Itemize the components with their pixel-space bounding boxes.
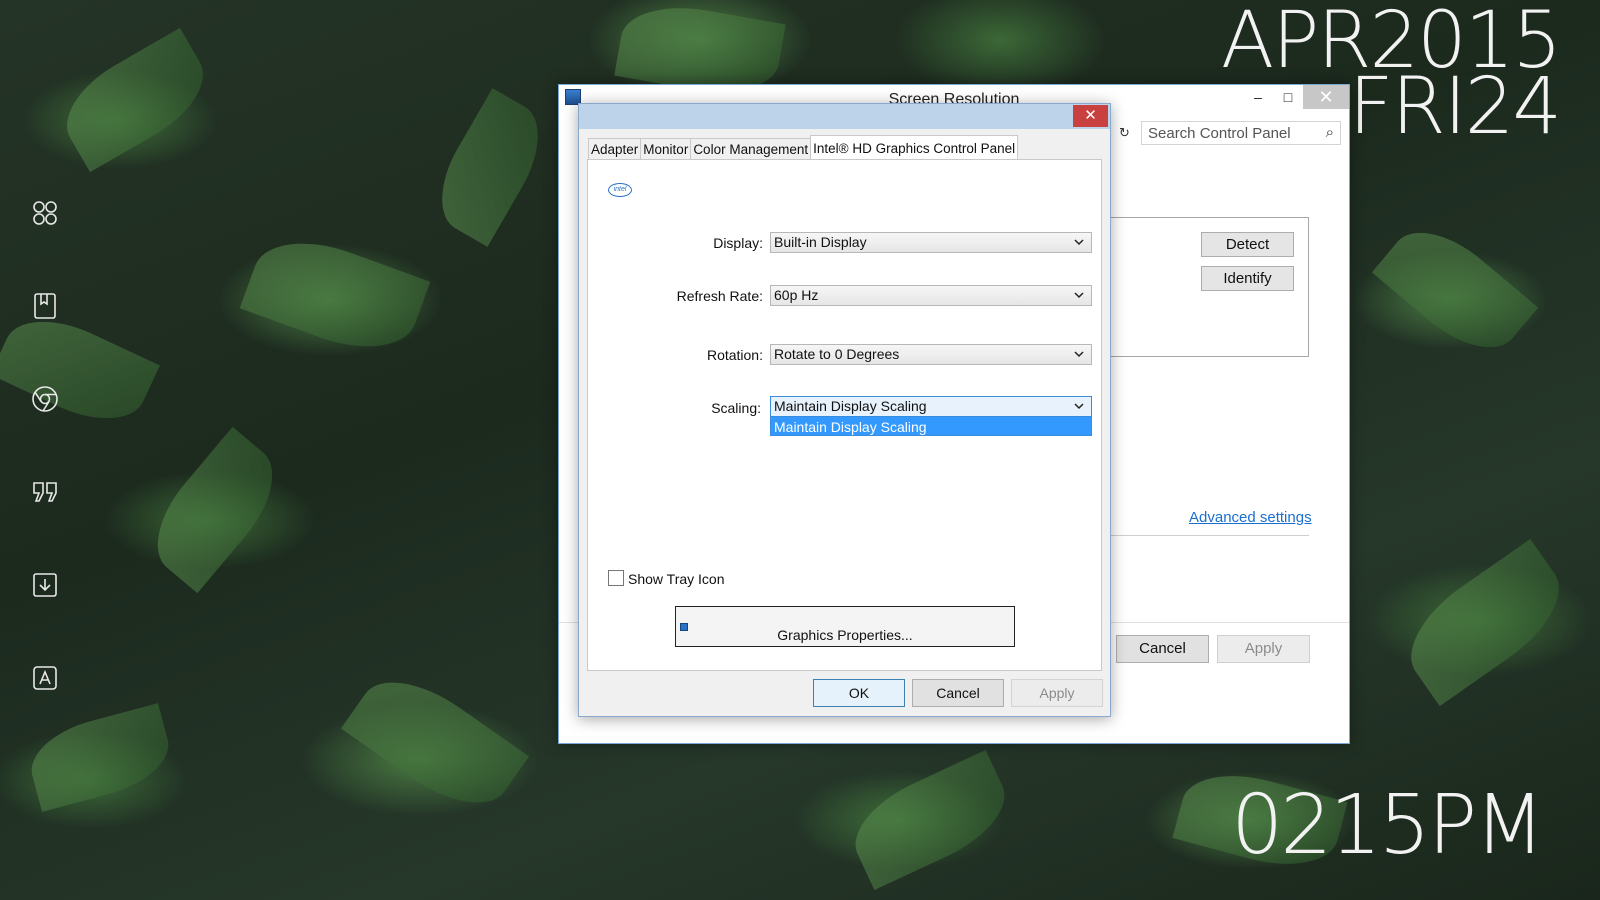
search-control-panel-input[interactable]: Search Control Panel ⌕ (1141, 121, 1341, 145)
show-tray-icon-checkbox[interactable] (608, 570, 624, 586)
tab-strip: Adapter Monitor Color Management Intel® … (588, 135, 1019, 160)
close-button[interactable]: ✕ (1303, 85, 1349, 109)
chevron-down-icon (1074, 351, 1084, 358)
detect-button[interactable]: Detect (1201, 232, 1294, 257)
refresh-rate-label: Refresh Rate: (676, 288, 763, 304)
rotation-value: Rotate to 0 Degrees (774, 346, 900, 362)
refresh-icon[interactable]: ↻ (1119, 125, 1130, 141)
quote-icon[interactable] (28, 475, 62, 509)
dialog-titlebar: ✕ (579, 104, 1110, 129)
search-placeholder: Search Control Panel (1148, 125, 1291, 142)
dialog-close-button[interactable]: ✕ (1073, 105, 1108, 127)
intel-tab-panel: intel Display: Built-in Display Refresh … (587, 159, 1102, 671)
maximize-button[interactable]: □ (1273, 85, 1303, 109)
tab-color-management[interactable]: Color Management (690, 138, 812, 160)
scaling-label: Scaling: (711, 400, 761, 416)
download-icon[interactable] (28, 568, 62, 602)
tab-intel-hd-graphics[interactable]: Intel® HD Graphics Control Panel (810, 135, 1019, 160)
dialog-apply-button[interactable]: Apply (1011, 679, 1103, 707)
intel-logo-icon: intel (608, 183, 632, 197)
sidebar-dock (28, 196, 62, 754)
rotation-label: Rotation: (706, 347, 763, 363)
book-icon[interactable] (28, 289, 62, 323)
refresh-rate-select[interactable]: 60p Hz (770, 285, 1092, 306)
tab-adapter[interactable]: Adapter (588, 138, 642, 160)
display-select[interactable]: Built-in Display (770, 232, 1092, 253)
scaling-dropdown-option[interactable]: Maintain Display Scaling (770, 416, 1092, 436)
apply-button[interactable]: Apply (1217, 635, 1310, 663)
chevron-down-icon (1074, 292, 1084, 299)
refresh-rate-value: 60p Hz (774, 287, 819, 303)
search-icon[interactable]: ⌕ (1326, 124, 1334, 141)
dialog-cancel-button[interactable]: Cancel (912, 679, 1004, 707)
graphics-properties-button[interactable]: Graphics Properties... (675, 606, 1015, 647)
tab-monitor[interactable]: Monitor (640, 138, 692, 160)
ok-button[interactable]: OK (813, 679, 905, 707)
chevron-down-icon (1074, 403, 1084, 410)
apps-grid-icon[interactable] (28, 196, 62, 230)
app-store-icon[interactable] (28, 661, 62, 695)
display-select-value: Built-in Display (774, 234, 867, 250)
clock-time-widget: 0215PM (1231, 778, 1545, 873)
chrome-icon[interactable] (28, 382, 62, 416)
cancel-button[interactable]: Cancel (1116, 635, 1209, 663)
advanced-settings-link[interactable]: Advanced settings (1189, 509, 1312, 526)
graphics-properties-label: Graphics Properties... (777, 627, 913, 643)
scaling-value: Maintain Display Scaling (774, 398, 927, 414)
divider (1109, 535, 1309, 536)
show-tray-icon-label: Show Tray Icon (628, 571, 725, 587)
rotation-select[interactable]: Rotate to 0 Degrees (770, 344, 1092, 365)
chevron-down-icon (1074, 239, 1084, 246)
display-label: Display: (713, 235, 763, 251)
minimize-button[interactable]: – (1243, 85, 1273, 109)
display-properties-dialog: ✕ Adapter Monitor Color Management Intel… (578, 103, 1111, 717)
identify-button[interactable]: Identify (1201, 266, 1294, 291)
scaling-select[interactable]: Maintain Display Scaling (770, 396, 1092, 417)
